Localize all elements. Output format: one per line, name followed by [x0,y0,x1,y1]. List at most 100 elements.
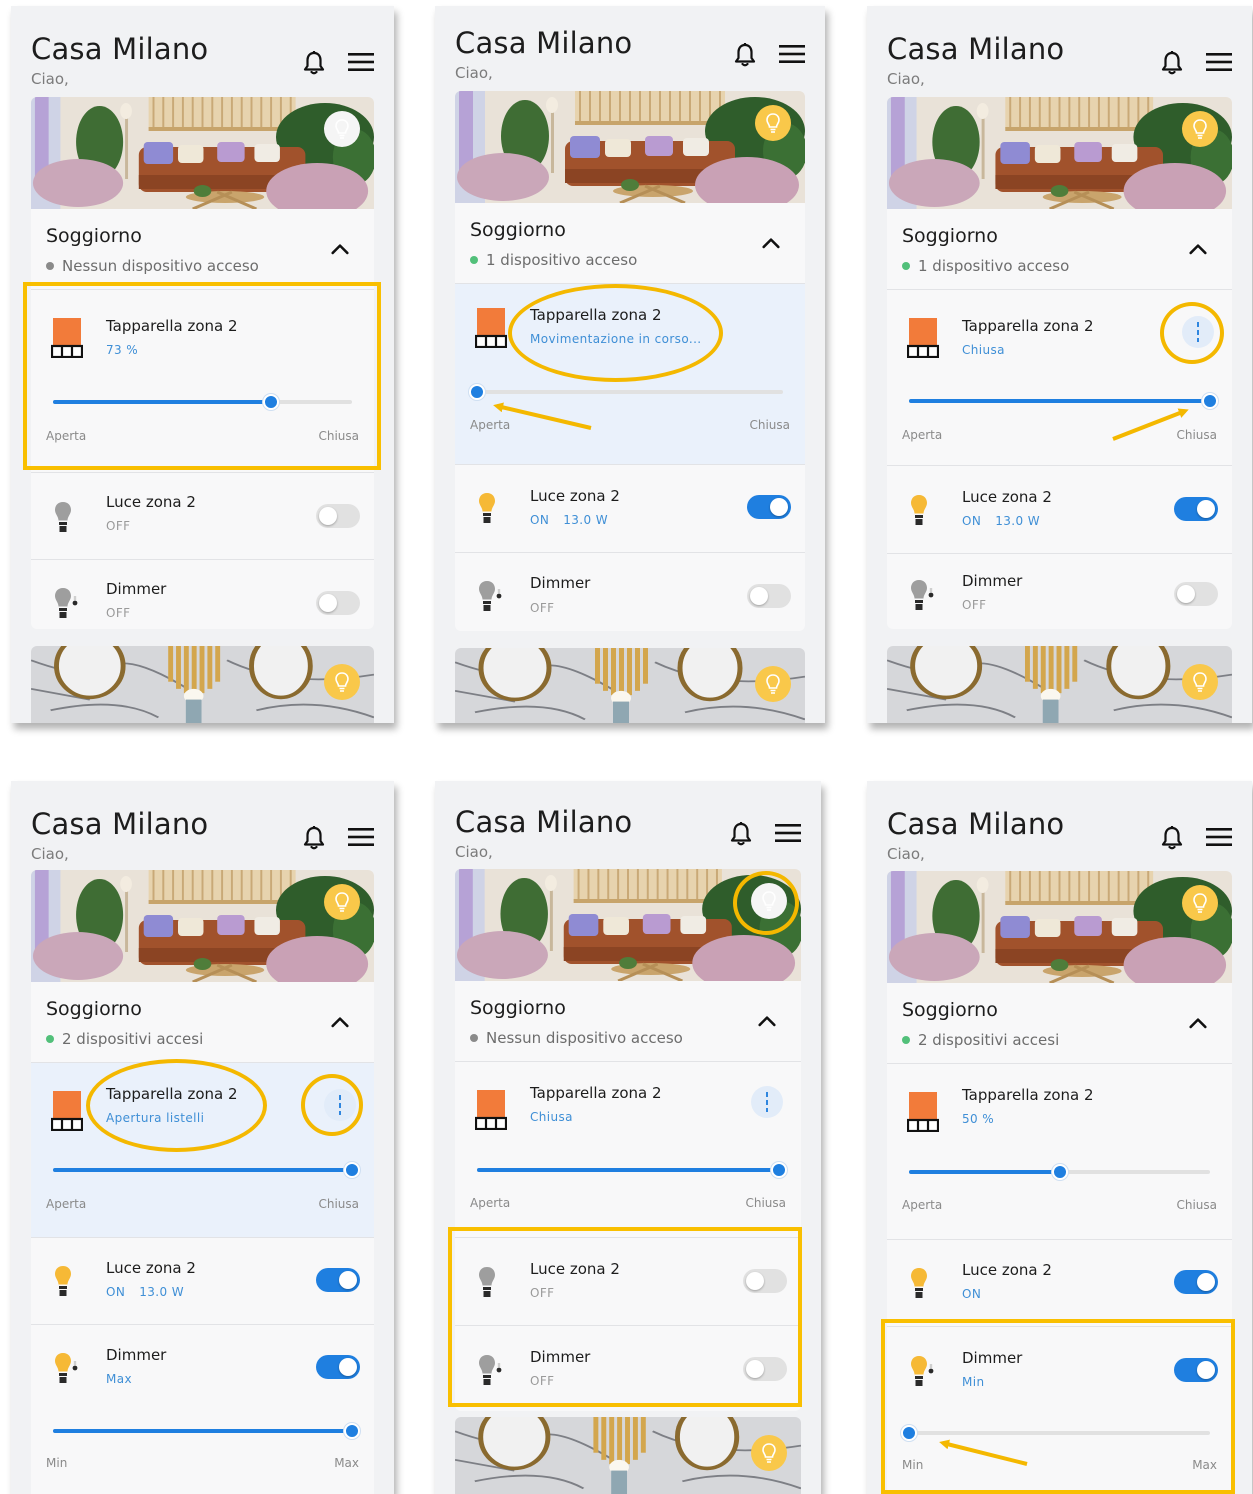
room-header[interactable]: Soggiorno Nessun dispositivo acceso [455,981,801,1062]
hamburger-menu-icon[interactable] [348,827,374,847]
hamburger-menu-icon[interactable] [775,823,801,843]
light-toggle[interactable] [1174,497,1218,521]
room-header[interactable]: Soggiorno 2 dispositivi accesi [31,982,374,1063]
chevron-up-icon[interactable] [331,1016,349,1028]
dimmer-toggle[interactable] [316,591,360,615]
room-image-2[interactable] [31,646,374,723]
slider-thumb[interactable] [1051,1164,1068,1180]
shutter-slider[interactable] [477,1162,787,1178]
shutter-slider[interactable] [53,1162,360,1178]
room-light-button[interactable] [324,664,360,700]
room-header[interactable]: Soggiorno 1 dispositivo acceso [887,209,1232,290]
dimmer-name: Dimmer [962,572,1023,590]
light-toggle[interactable] [316,504,360,528]
light-toggle[interactable] [1174,1270,1218,1294]
light-status: OFF [106,519,131,533]
lightbulb-icon [53,1265,73,1297]
bell-icon[interactable] [1160,825,1184,851]
room-image-2[interactable] [455,1417,801,1494]
slider-label-max: Max [334,1456,359,1470]
light-row[interactable]: Luce zona 2 ON 13.0 W [887,466,1232,554]
chevron-up-icon[interactable] [1189,243,1207,255]
chevron-up-icon[interactable] [1189,1017,1207,1029]
shutter-icon [907,318,939,358]
light-status: ON 13.0 W [530,513,609,527]
hamburger-menu-icon[interactable] [779,44,805,64]
light-toggle[interactable] [316,1268,360,1292]
hamburger-menu-icon[interactable] [348,52,374,72]
room-image-2[interactable] [455,648,805,723]
slider-thumb[interactable] [344,1162,360,1178]
shutter-icon [907,1092,939,1132]
slider-label-open: Aperta [902,428,943,442]
app-title: Casa Milano [455,805,633,839]
light-name: Luce zona 2 [962,488,1052,506]
light-status: ON 13.0 W [962,514,1041,528]
dimmer-row[interactable]: Dimmer OFF [31,560,374,632]
slider-thumb[interactable] [771,1162,787,1178]
lightbulb-icon [1191,893,1209,913]
room-image[interactable] [887,871,1232,983]
room-light-button[interactable] [324,111,360,147]
room-image-2[interactable] [887,646,1232,723]
shutter-row[interactable]: Tapparella zona 2 Chiusa Aperta Chiusa [455,1062,801,1238]
bell-icon[interactable] [1160,50,1184,76]
slider-label-open: Aperta [902,1198,943,1212]
greeting: Ciao, [455,64,493,82]
dimmer-toggle[interactable] [747,584,791,608]
hamburger-menu-icon[interactable] [1206,827,1232,847]
dimmer-row[interactable]: Dimmer OFF [455,553,805,633]
dimmer-row[interactable]: Dimmer Max Min Max [31,1325,374,1494]
room-name: Soggiorno [470,219,566,241]
screen-2: Casa Milano Ciao, Soggiorno 1 dispositiv… [435,6,825,723]
bell-icon[interactable] [733,42,757,68]
bell-icon[interactable] [729,821,753,847]
chevron-up-icon[interactable] [331,243,349,255]
shutter-icon [51,1091,83,1131]
room-light-button[interactable] [1182,111,1218,147]
dimmer-toggle[interactable] [316,1355,360,1379]
screen-3: Casa Milano Ciao, Soggiorno 1 dispositiv… [867,6,1252,723]
shutter-row[interactable]: Tapparella zona 2 50 % Aperta Chiusa [887,1064,1232,1240]
light-toggle[interactable] [747,495,791,519]
dimmer-toggle[interactable] [1174,582,1218,606]
room-header[interactable]: Soggiorno Nessun dispositivo acceso [31,209,374,290]
bell-icon[interactable] [302,825,326,851]
room-image[interactable] [455,91,805,203]
room-image[interactable] [31,870,374,982]
greeting: Ciao, [887,70,925,88]
highlight-box [23,282,381,470]
highlight-box [448,1227,802,1407]
room-light-button[interactable] [1182,664,1218,700]
room-image[interactable] [887,97,1232,209]
dimmer-slider[interactable] [53,1423,360,1439]
chevron-up-icon[interactable] [762,237,780,249]
room-light-button[interactable] [324,884,360,920]
dimmer-row[interactable]: Dimmer OFF [887,554,1232,632]
light-row[interactable]: Luce zona 2 OFF [31,473,374,560]
highlight-oval [508,284,723,382]
slider-thumb[interactable] [1202,393,1218,409]
chevron-up-icon[interactable] [758,1015,776,1027]
bell-icon[interactable] [302,50,326,76]
light-name: Luce zona 2 [530,487,620,505]
slider-thumb[interactable] [344,1423,360,1439]
light-row[interactable]: Luce zona 2 ON 13.0 W [31,1238,374,1325]
shutter-name: Tapparella zona 2 [962,1086,1094,1104]
room-name: Soggiorno [902,225,998,247]
shutter-slider[interactable] [909,1164,1210,1180]
app-title: Casa Milano [31,807,209,841]
light-row[interactable]: Luce zona 2 ON 13.0 W [455,465,805,553]
room-light-button[interactable] [751,1435,787,1471]
room-header[interactable]: Soggiorno 2 dispositivi accesi [887,983,1232,1064]
more-options-button[interactable] [751,1086,783,1118]
room-header[interactable]: Soggiorno 1 dispositivo acceso [455,203,805,284]
dimmer-status: OFF [962,598,987,612]
room-light-button[interactable] [755,105,791,141]
light-row[interactable]: Luce zona 2 ON [887,1240,1232,1327]
room-image[interactable] [31,97,374,209]
room-light-button[interactable] [755,666,791,702]
room-light-button[interactable] [1182,885,1218,921]
hamburger-menu-icon[interactable] [1206,52,1232,72]
app-title: Casa Milano [887,807,1065,841]
